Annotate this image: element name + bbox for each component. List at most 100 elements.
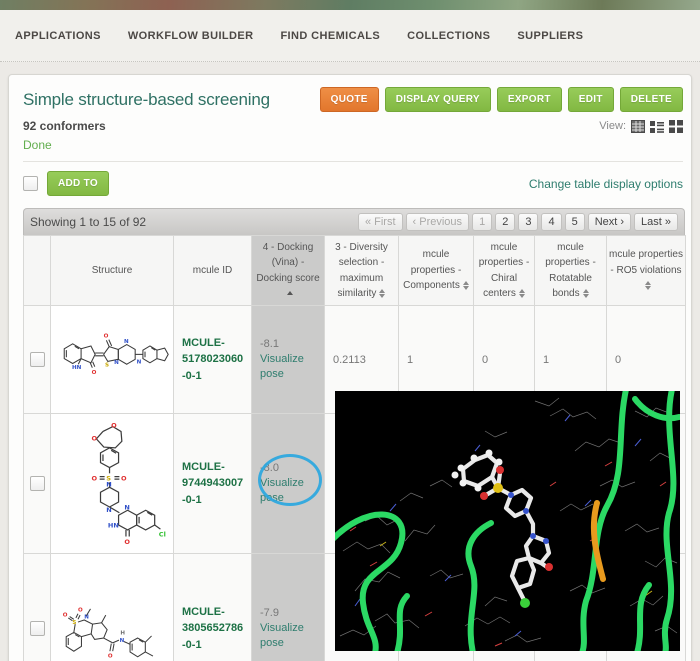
pagination-next[interactable]: Next › <box>588 213 631 231</box>
svg-text:O: O <box>91 474 97 482</box>
svg-text:HN: HN <box>72 365 82 371</box>
view-label: View: <box>599 120 626 132</box>
svg-text:O: O <box>104 333 109 339</box>
pagination-page-4[interactable]: 4 <box>541 213 561 231</box>
nav-collections[interactable]: COLLECTIONS <box>407 30 490 42</box>
add-to-button[interactable]: ADD TO <box>47 171 109 196</box>
oxygen-atom <box>496 466 504 474</box>
table-view-icon[interactable] <box>631 120 645 133</box>
svg-text:O: O <box>121 474 127 482</box>
svg-text:S: S <box>72 620 76 626</box>
svg-text:N: N <box>106 480 111 488</box>
export-button[interactable]: EXPORT <box>497 87 562 112</box>
visualize-pose-link[interactable]: Visualize pose <box>260 621 312 651</box>
oxygen-atom <box>545 563 553 571</box>
pagination: « First ‹ Previous 1 2 3 4 5 Next › Last… <box>358 213 678 231</box>
sulfur-atom <box>493 483 503 493</box>
svg-text:O: O <box>63 612 68 618</box>
pagination-last[interactable]: Last » <box>634 213 678 231</box>
select-all-checkbox[interactable] <box>23 176 38 191</box>
status-text: Done <box>23 138 683 152</box>
header-diversity-similarity[interactable]: 3 - Diversity selection - maximum simila… <box>325 236 399 306</box>
structure-cell: O O S O O <box>51 414 174 554</box>
svg-text:O: O <box>108 653 113 659</box>
svg-text:N: N <box>114 360 119 366</box>
change-table-display-link[interactable]: Change table display options <box>529 177 683 191</box>
header-checkbox-column <box>24 236 51 306</box>
mcule-id-link[interactable]: MCULE-3805652786-0-1 <box>174 554 252 661</box>
docking-score-cell: -8.1 Visualize pose <box>252 306 325 414</box>
main-nav: APPLICATIONS WORKFLOW BUILDER FIND CHEMI… <box>0 10 700 62</box>
protein-ribbon <box>335 391 679 651</box>
structure-cell: S O O N O <box>51 554 174 661</box>
grid-view-icon[interactable] <box>669 120 683 133</box>
svg-text:S: S <box>105 362 109 368</box>
delete-button[interactable]: DELETE <box>620 87 683 112</box>
row-checkbox[interactable] <box>30 621 45 636</box>
sort-icon <box>379 289 385 298</box>
pagination-first: « First <box>358 213 403 231</box>
svg-text:O: O <box>111 421 117 429</box>
blue-circle-annotation <box>258 454 322 506</box>
structure-image[interactable]: HN O S O N N <box>53 320 171 400</box>
svg-text:O: O <box>91 434 97 442</box>
sort-icon <box>463 281 469 290</box>
nitrogen-atom <box>508 492 514 498</box>
pagination-page-3[interactable]: 3 <box>518 213 538 231</box>
list-view-icon[interactable] <box>650 120 664 133</box>
docking-score-value: -8.1 <box>260 338 279 350</box>
chlorine-atom <box>520 598 530 608</box>
svg-text:O: O <box>124 537 130 545</box>
header-ro5-violations[interactable]: mcule properties - RO5 violations <box>607 236 686 306</box>
sort-icon <box>645 281 651 290</box>
header-components[interactable]: mcule properties - Components <box>399 236 474 306</box>
protein-wireframe <box>340 398 677 642</box>
nitrogen-atom <box>523 508 529 514</box>
pagination-page-2[interactable]: 2 <box>495 213 515 231</box>
svg-text:N: N <box>124 339 129 345</box>
mcule-id-link[interactable]: MCULE-9744943007-0-1 <box>174 414 252 554</box>
header-mcule-id: mcule ID <box>174 236 252 306</box>
nitrogen-atom <box>543 538 549 544</box>
pagination-page-5[interactable]: 5 <box>565 213 585 231</box>
action-buttons: QUOTE DISPLAY QUERY EXPORT EDIT DELETE <box>320 87 683 112</box>
structure-cell: HN O S O N N <box>51 306 174 414</box>
oxygen-atom <box>480 492 488 500</box>
svg-text:Cl: Cl <box>159 530 166 538</box>
svg-text:N: N <box>124 503 129 511</box>
mcule-id-link[interactable]: MCULE-5178023060-0-1 <box>174 306 252 414</box>
nav-find-chemicals[interactable]: FIND CHEMICALS <box>280 30 380 42</box>
docking-score-value: -7.9 <box>260 607 279 619</box>
docking-pose-3d-viewer[interactable] <box>335 391 680 651</box>
header-docking-score[interactable]: 4 - Docking (Vina) - Docking score <box>252 236 325 306</box>
ligand-atoms <box>452 450 554 609</box>
header-rotatable-bonds[interactable]: mcule properties - Rotatable bonds <box>535 236 607 306</box>
svg-text:HN: HN <box>108 521 119 529</box>
sort-icon <box>519 289 525 298</box>
pagination-page-1: 1 <box>472 213 492 231</box>
structure-image[interactable]: O O S O O <box>57 421 167 547</box>
structure-image[interactable]: S O O N O <box>53 590 171 661</box>
sort-ascending-icon <box>287 291 293 295</box>
showing-text: Showing 1 to 15 of 92 <box>30 215 146 229</box>
nav-applications[interactable]: APPLICATIONS <box>15 30 101 42</box>
svg-text:H: H <box>120 630 125 636</box>
svg-text:O: O <box>78 607 83 613</box>
sort-icon <box>583 289 589 298</box>
mcule-screening-page: APPLICATIONS WORKFLOW BUILDER FIND CHEMI… <box>0 0 700 661</box>
header-chiral-centers[interactable]: mcule properties - Chiral centers <box>474 236 535 306</box>
row-checkbox[interactable] <box>30 476 45 491</box>
top-color-banner <box>0 0 700 10</box>
nav-workflow-builder[interactable]: WORKFLOW BUILDER <box>128 30 254 42</box>
display-query-button[interactable]: DISPLAY QUERY <box>385 87 491 112</box>
table-status-bar: Showing 1 to 15 of 92 « First ‹ Previous… <box>23 208 685 235</box>
edit-button[interactable]: EDIT <box>568 87 614 112</box>
nitrogen-atom <box>530 533 536 539</box>
quote-button[interactable]: QUOTE <box>320 87 379 112</box>
nav-suppliers[interactable]: SUPPLIERS <box>517 30 583 42</box>
docking-score-cell: -7.9 Visualize pose <box>252 554 325 661</box>
conformer-count: 92 conformers <box>23 119 106 133</box>
pagination-previous: ‹ Previous <box>406 213 470 231</box>
row-checkbox[interactable] <box>30 352 45 367</box>
visualize-pose-link[interactable]: Visualize pose <box>260 352 312 382</box>
